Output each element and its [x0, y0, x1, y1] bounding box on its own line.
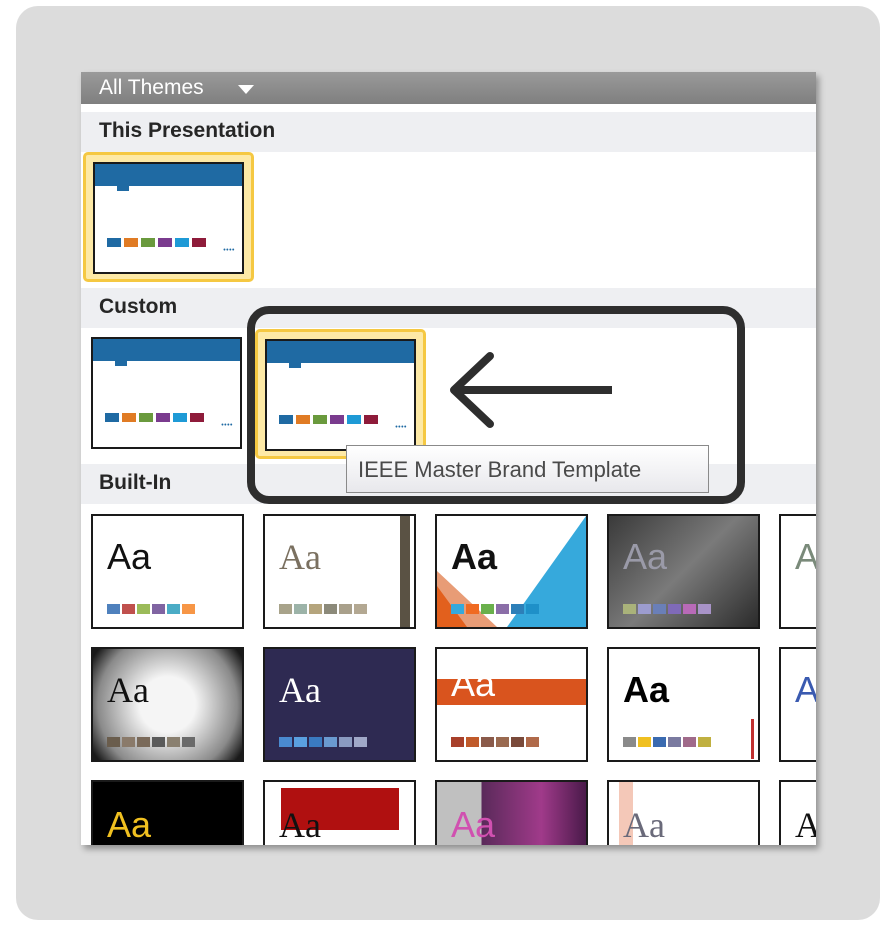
theme-sample-text: Aa: [107, 804, 152, 845]
section-title: This Presentation: [99, 119, 276, 142]
theme-sample-text: Aa: [279, 537, 321, 577]
current-theme-selection[interactable]: ••••: [83, 152, 254, 282]
dropdown-caret-icon: [238, 85, 254, 94]
builtin-theme-14[interactable]: Aa: [607, 780, 760, 845]
theme-sample-text: Aa: [623, 536, 668, 577]
section-this-presentation: This Presentation: [81, 112, 816, 152]
builtin-theme-6[interactable]: Aa: [91, 647, 244, 762]
builtin-theme-10[interactable]: A: [779, 647, 816, 762]
builtin-theme-8[interactable]: Aa: [435, 647, 588, 762]
theme-sample-text: A: [795, 804, 816, 845]
builtin-theme-9[interactable]: Aa: [607, 647, 760, 762]
theme-sample-text: Aa: [279, 670, 321, 710]
theme-sample-text: Aa: [451, 663, 496, 704]
all-themes-dropdown[interactable]: All Themes: [81, 72, 816, 104]
theme-sample-text: Aa: [623, 805, 665, 845]
builtin-theme-2[interactable]: Aa: [263, 514, 416, 629]
custom-theme-1[interactable]: ••••: [91, 337, 242, 449]
section-title: Custom: [99, 295, 178, 318]
theme-sample-text: Aa: [279, 805, 321, 845]
builtin-theme-3[interactable]: Aa: [435, 514, 588, 629]
theme-sample-text: Aa: [623, 669, 670, 710]
builtin-theme-7[interactable]: Aa: [263, 647, 416, 762]
theme-thumbnail-ieee: ••••: [93, 162, 244, 274]
theme-sample-text: A: [795, 536, 816, 578]
theme-sample-text: Aa: [451, 536, 498, 577]
builtin-theme-11[interactable]: Aa: [91, 780, 244, 845]
section-title: Built-In: [99, 471, 172, 494]
builtin-theme-12[interactable]: Aa: [263, 780, 416, 845]
builtin-theme-13[interactable]: Aa: [435, 780, 588, 845]
builtin-theme-4[interactable]: Aa: [607, 514, 760, 629]
builtin-theme-5[interactable]: A: [779, 514, 816, 629]
theme-sample-text: Aa: [107, 536, 152, 577]
builtin-theme-15[interactable]: A: [779, 780, 816, 845]
theme-sample-text: A: [795, 669, 816, 711]
theme-sample-text: Aa: [107, 670, 149, 710]
all-themes-label: All Themes: [99, 76, 204, 99]
theme-sample-text: Aa: [451, 804, 496, 845]
builtin-theme-office[interactable]: Aa: [91, 514, 244, 629]
left-arrow-icon: [450, 352, 612, 428]
